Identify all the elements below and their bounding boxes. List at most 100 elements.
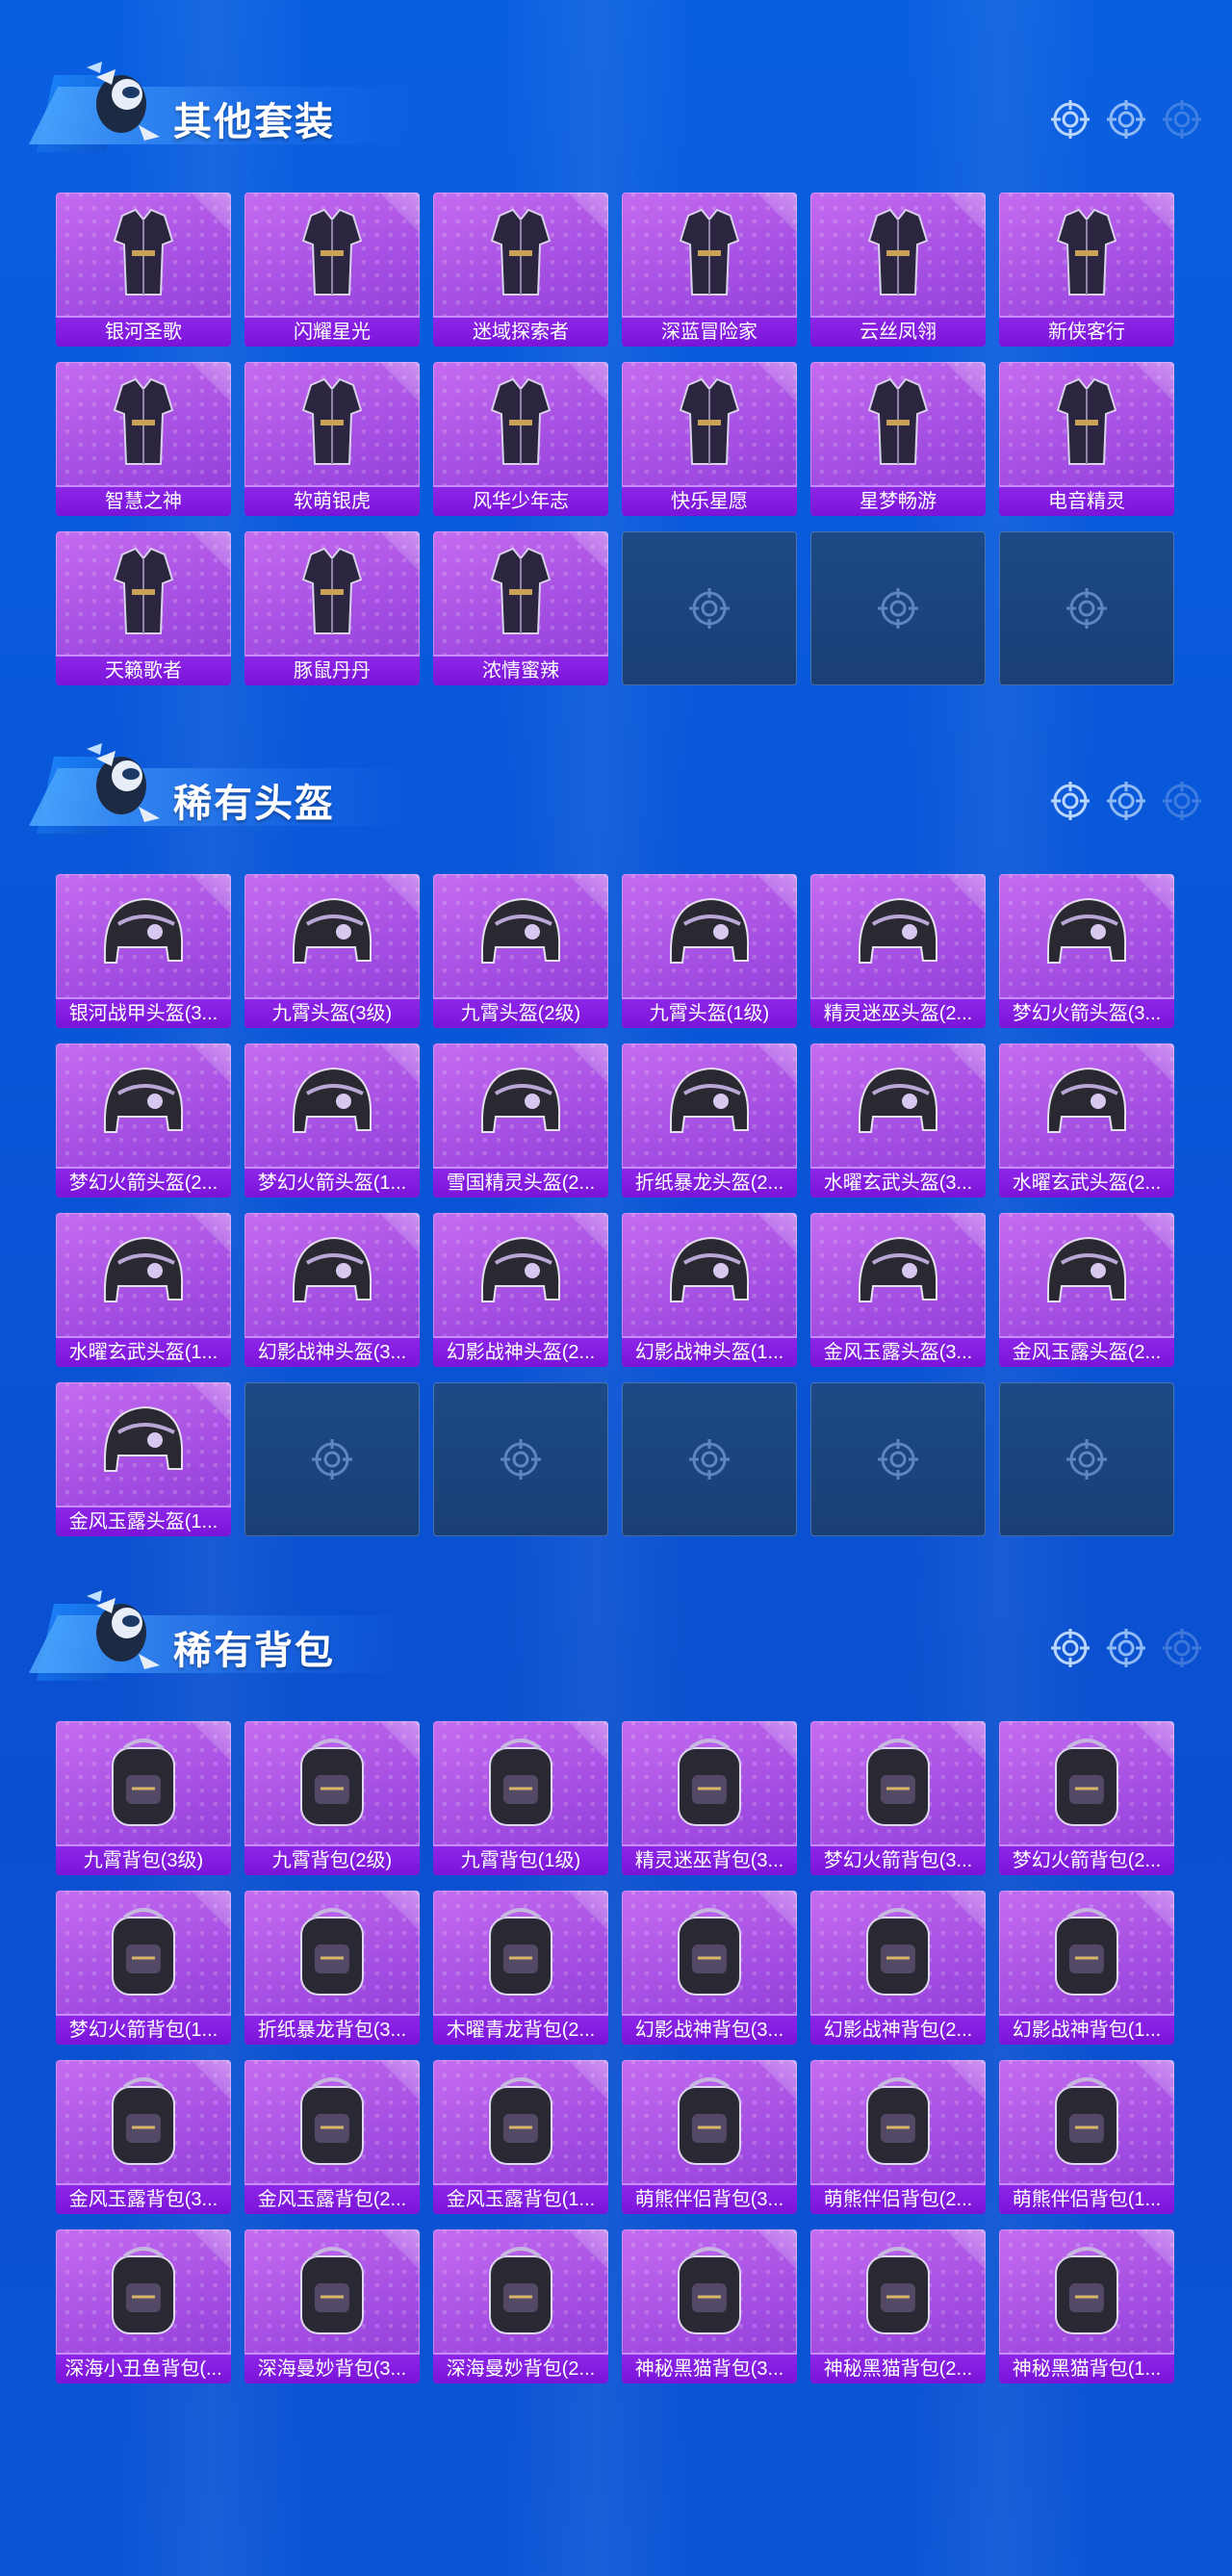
item-card[interactable]: 梦幻火箭头盔(3... — [999, 874, 1174, 1028]
item-label: 水曜玄武头盔(1... — [56, 1336, 231, 1367]
helmet-icon — [481, 1236, 561, 1302]
item-card[interactable]: 水曜玄武头盔(3... — [810, 1043, 986, 1198]
item-card[interactable]: 电音精灵 — [999, 362, 1174, 516]
item-card[interactable]: 迷域探索者 — [433, 193, 608, 347]
item-label: 金风玉露头盔(2... — [999, 1336, 1174, 1367]
mascot-icon — [87, 62, 160, 141]
helmet-icon — [293, 897, 372, 964]
item-card[interactable]: 精灵迷巫背包(3... — [622, 1721, 797, 1875]
crosshair-icon — [689, 1439, 730, 1480]
item-card[interactable]: 九霄背包(3级) — [56, 1721, 231, 1875]
target-indicators — [1049, 98, 1203, 141]
item-card[interactable]: 梦幻火箭头盔(1... — [244, 1043, 420, 1198]
empty-slot — [622, 1382, 797, 1536]
item-card[interactable]: 幻影战神背包(2... — [810, 1891, 986, 2045]
item-label: 木曜青龙背包(2... — [433, 2014, 608, 2045]
item-label: 神秘黑猫背包(3... — [622, 2353, 797, 2383]
item-card[interactable]: 神秘黑猫背包(1... — [999, 2229, 1174, 2383]
item-card[interactable]: 金风玉露背包(2... — [244, 2060, 420, 2214]
item-label: 神秘黑猫背包(2... — [810, 2353, 986, 2383]
item-card[interactable]: 雪国精灵头盔(2... — [433, 1043, 608, 1198]
backpack-icon — [1055, 2247, 1118, 2334]
item-card[interactable]: 九霄头盔(3级) — [244, 874, 420, 1028]
helmet-icon — [104, 1405, 184, 1472]
item-label: 金风玉露背包(3... — [56, 2183, 231, 2214]
item-card[interactable]: 快乐星愿 — [622, 362, 797, 516]
item-card[interactable]: 精灵迷巫头盔(2... — [810, 874, 986, 1028]
item-card[interactable]: 水曜玄武头盔(1... — [56, 1213, 231, 1367]
item-card[interactable]: 萌熊伴侣背包(2... — [810, 2060, 986, 2214]
item-card[interactable]: 金风玉露头盔(2... — [999, 1213, 1174, 1367]
helmet-icon — [1047, 897, 1127, 964]
item-card[interactable]: 深海曼妙背包(3... — [244, 2229, 420, 2383]
item-card[interactable]: 幻影战神头盔(1... — [622, 1213, 797, 1367]
item-card[interactable]: 银河圣歌 — [56, 193, 231, 347]
item-grid: 银河战甲头盔(3... 九霄头盔(3级) 九霄头盔(2级) 九霄头盔(1级) 精灵迷巫头… — [56, 874, 1174, 1536]
helmet-icon — [670, 897, 750, 964]
item-card[interactable]: 幻影战神头盔(2... — [433, 1213, 608, 1367]
section-header: 稀有背包 — [29, 1575, 1203, 1681]
item-label: 九霄背包(2级) — [244, 1844, 420, 1875]
crosshair-icon — [1163, 782, 1201, 820]
item-label: 梦幻火箭背包(3... — [810, 1844, 986, 1875]
item-label: 深海曼妙背包(2... — [433, 2353, 608, 2383]
item-card[interactable]: 云丝凤翎 — [810, 193, 986, 347]
item-card[interactable]: 软萌银虎 — [244, 362, 420, 516]
item-card[interactable]: 梦幻火箭背包(1... — [56, 1891, 231, 2045]
item-card[interactable]: 深海曼妙背包(2... — [433, 2229, 608, 2383]
item-label: 金风玉露头盔(3... — [810, 1336, 986, 1367]
item-card[interactable]: 萌熊伴侣背包(1... — [999, 2060, 1174, 2214]
item-card[interactable]: 折纸暴龙背包(3... — [244, 1891, 420, 2045]
backpack-icon — [1055, 1908, 1118, 1996]
crosshair-icon — [1163, 100, 1201, 139]
backpack-icon — [866, 2247, 930, 2334]
item-card[interactable]: 梦幻火箭头盔(2... — [56, 1043, 231, 1198]
item-label: 梦幻火箭头盔(3... — [999, 997, 1174, 1028]
item-card[interactable]: 闪耀星光 — [244, 193, 420, 347]
helmet-icon — [1047, 1236, 1127, 1302]
item-card[interactable]: 幻影战神背包(1... — [999, 1891, 1174, 2045]
helmet-icon — [293, 1067, 372, 1133]
item-card[interactable]: 风华少年志 — [433, 362, 608, 516]
item-card[interactable]: 深海小丑鱼背包(... — [56, 2229, 231, 2383]
item-card[interactable]: 神秘黑猫背包(2... — [810, 2229, 986, 2383]
item-label: 精灵迷巫背包(3... — [622, 1844, 797, 1875]
item-label: 幻影战神头盔(1... — [622, 1336, 797, 1367]
item-label: 迷域探索者 — [433, 316, 608, 347]
item-card[interactable]: 梦幻火箭背包(3... — [810, 1721, 986, 1875]
item-card[interactable]: 新侠客行 — [999, 193, 1174, 347]
item-card[interactable]: 幻影战神背包(3... — [622, 1891, 797, 2045]
item-card[interactable]: 金风玉露背包(1... — [433, 2060, 608, 2214]
item-card[interactable]: 星梦畅游 — [810, 362, 986, 516]
target-indicators — [1049, 1627, 1203, 1669]
empty-slot — [810, 531, 986, 685]
item-card[interactable]: 浓情蜜辣 — [433, 531, 608, 685]
item-card[interactable]: 折纸暴龙头盔(2... — [622, 1043, 797, 1198]
item-card[interactable]: 深蓝冒险家 — [622, 193, 797, 347]
item-label: 深海小丑鱼背包(... — [56, 2353, 231, 2383]
item-card[interactable]: 九霄头盔(2级) — [433, 874, 608, 1028]
item-card[interactable]: 木曜青龙背包(2... — [433, 1891, 608, 2045]
item-card[interactable]: 萌熊伴侣背包(3... — [622, 2060, 797, 2214]
item-card[interactable]: 幻影战神头盔(3... — [244, 1213, 420, 1367]
item-card[interactable]: 豚鼠丹丹 — [244, 531, 420, 685]
item-card[interactable]: 天籁歌者 — [56, 531, 231, 685]
item-card[interactable]: 梦幻火箭背包(2... — [999, 1721, 1174, 1875]
empty-slot — [244, 1382, 420, 1536]
item-card[interactable]: 九霄背包(1级) — [433, 1721, 608, 1875]
item-card[interactable]: 九霄背包(2级) — [244, 1721, 420, 1875]
item-card[interactable]: 神秘黑猫背包(3... — [622, 2229, 797, 2383]
outfit-icon — [490, 208, 552, 296]
item-card[interactable]: 金风玉露背包(3... — [56, 2060, 231, 2214]
item-label: 精灵迷巫头盔(2... — [810, 997, 986, 1028]
item-card[interactable]: 水曜玄武头盔(2... — [999, 1043, 1174, 1198]
item-label: 快乐星愿 — [622, 485, 797, 516]
outfit-icon — [301, 377, 363, 465]
item-card[interactable]: 金风玉露头盔(1... — [56, 1382, 231, 1536]
crosshair-icon — [878, 588, 918, 629]
item-card[interactable]: 九霄头盔(1级) — [622, 874, 797, 1028]
section-title: 稀有头盔 — [173, 783, 335, 825]
item-card[interactable]: 智慧之神 — [56, 362, 231, 516]
item-card[interactable]: 金风玉露头盔(3... — [810, 1213, 986, 1367]
item-card[interactable]: 银河战甲头盔(3... — [56, 874, 231, 1028]
